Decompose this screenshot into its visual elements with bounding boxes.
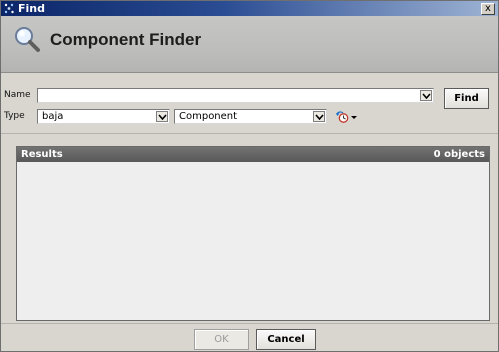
results-title: Results [21, 149, 63, 160]
type-module-select[interactable]: baja [37, 109, 170, 124]
ok-button[interactable]: OK [194, 329, 249, 350]
close-button[interactable]: x [481, 3, 495, 15]
results-count: 0 objects [433, 149, 485, 160]
find-button[interactable]: Find [444, 88, 489, 109]
name-dropdown-button[interactable] [420, 90, 432, 101]
window-title: Find [18, 2, 45, 15]
footer-separator [1, 323, 498, 324]
type-component-dropdown-button[interactable] [313, 111, 325, 122]
results-list[interactable] [17, 162, 489, 320]
name-input[interactable] [37, 88, 434, 103]
results-panel: Results 0 objects [16, 146, 490, 321]
dialog-title: Component Finder [50, 30, 202, 49]
magnifier-icon [15, 27, 40, 52]
history-icon [336, 111, 357, 123]
results-header: Results 0 objects [17, 147, 489, 162]
find-app-icon [4, 3, 14, 14]
chevron-down-icon [158, 114, 167, 120]
dialog-header: Component Finder [1, 16, 498, 73]
name-label: Name [4, 90, 31, 100]
cancel-button[interactable]: Cancel [256, 329, 316, 350]
type-component-select[interactable]: Component [174, 109, 327, 124]
type-component-value: Component [179, 111, 238, 122]
type-module-dropdown-button[interactable] [156, 111, 168, 122]
type-module-value: baja [42, 111, 64, 122]
form-separator [1, 133, 498, 134]
chevron-down-icon [422, 93, 431, 99]
find-dialog: Find x Component Finder Name Find Type b… [0, 0, 499, 352]
chevron-down-icon [315, 114, 324, 120]
type-label: Type [4, 111, 25, 121]
type-history-menu-button[interactable] [335, 109, 359, 123]
title-bar[interactable]: Find x [1, 1, 498, 16]
